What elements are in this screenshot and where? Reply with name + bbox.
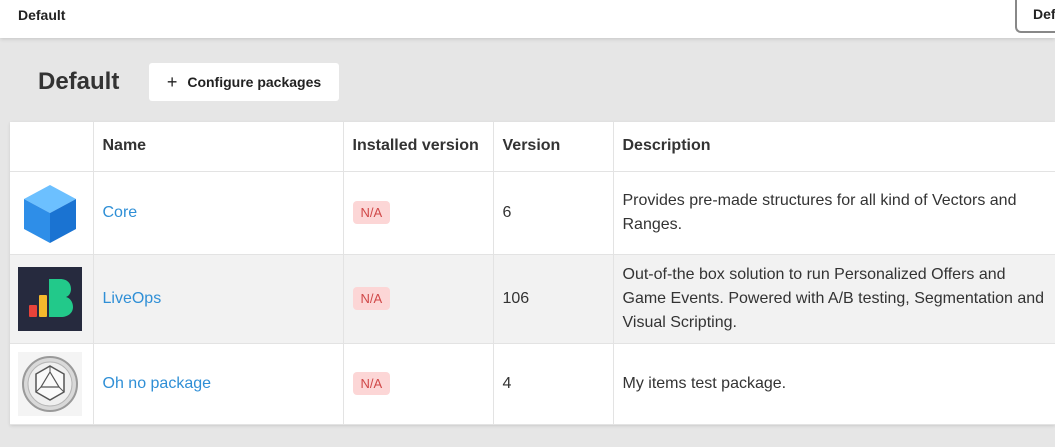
- version-cell: 106: [493, 254, 614, 344]
- icon-cell: [10, 343, 94, 425]
- environment-selector[interactable]: Default: [1015, 0, 1055, 33]
- description-cell: My items test package.: [613, 343, 1055, 425]
- configure-packages-button[interactable]: + Configure packages: [149, 63, 339, 101]
- status-badge: N/A: [352, 287, 391, 310]
- column-header-icon: [10, 122, 94, 172]
- package-link-core[interactable]: Core: [103, 204, 138, 221]
- name-cell: LiveOps: [93, 254, 344, 344]
- liveops-logo-icon: [18, 266, 82, 331]
- description-cell: Out-of-the box solution to run Personali…: [613, 254, 1055, 344]
- package-link-oh-no[interactable]: Oh no package: [103, 375, 212, 392]
- package-link-liveops[interactable]: LiveOps: [103, 290, 162, 307]
- packages-table: Name Installed version Version Descripti…: [10, 122, 1055, 425]
- table-row[interactable]: LiveOps N/A 106 Out-of-the box solution …: [10, 254, 1055, 344]
- name-cell: Oh no package: [93, 343, 344, 425]
- name-cell: Core: [93, 171, 344, 255]
- icon-cell: [10, 171, 94, 255]
- status-badge: N/A: [352, 372, 391, 395]
- breadcrumb[interactable]: Default: [18, 7, 65, 23]
- description-cell: Provides pre-made structures for all kin…: [613, 171, 1055, 255]
- icon-cell: [10, 254, 94, 344]
- top-bar: Default Default: [0, 0, 1055, 38]
- column-header-name[interactable]: Name: [93, 122, 344, 172]
- page-title: Default: [38, 68, 120, 95]
- table-row[interactable]: Oh no package N/A 4 My items test packag…: [10, 343, 1055, 425]
- installed-cell: N/A: [343, 171, 494, 255]
- installed-cell: N/A: [343, 254, 494, 344]
- column-header-installed-version[interactable]: Installed version: [343, 122, 494, 172]
- version-cell: 6: [493, 171, 614, 255]
- column-header-version[interactable]: Version: [493, 122, 614, 172]
- installed-cell: N/A: [343, 343, 494, 425]
- status-badge: N/A: [352, 201, 391, 224]
- table-row[interactable]: Core N/A 6 Provides pre-made structures …: [10, 171, 1055, 255]
- column-header-description[interactable]: Description: [613, 122, 1055, 172]
- configure-packages-label: Configure packages: [187, 74, 322, 90]
- blue-cube-icon: [24, 184, 76, 243]
- d20-dice-icon: [18, 351, 82, 416]
- plus-icon: +: [166, 72, 178, 92]
- table-header-row: Name Installed version Version Descripti…: [10, 122, 1055, 172]
- version-cell: 4: [493, 343, 614, 425]
